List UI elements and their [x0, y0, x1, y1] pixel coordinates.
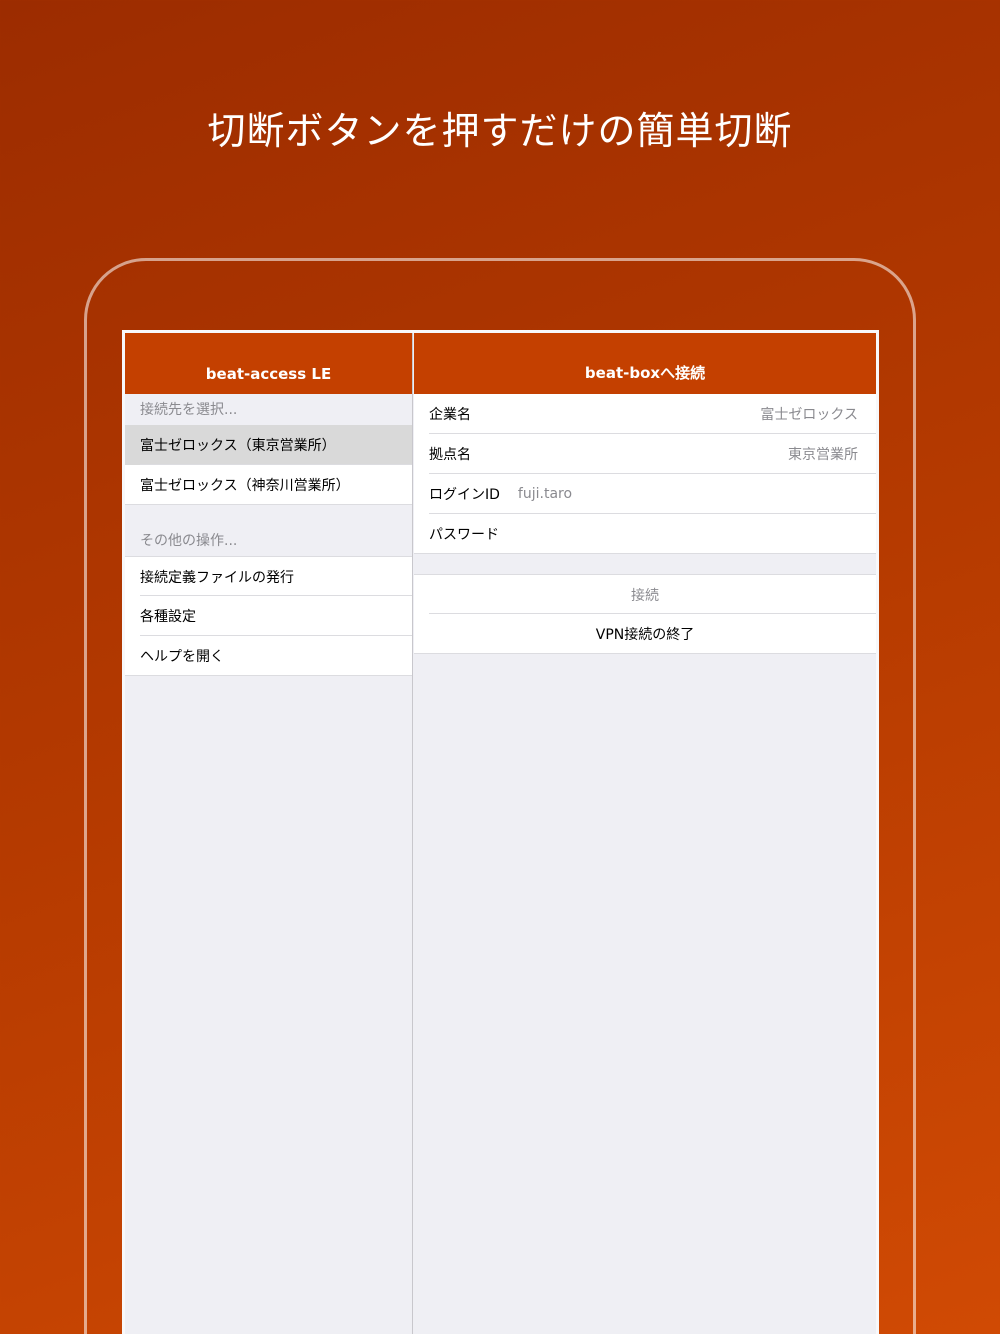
action-item-help[interactable]: ヘルプを開く — [125, 636, 412, 676]
master-navbar: beat-access LE — [125, 333, 412, 394]
headline: 切断ボタンを押すだけの簡単切断 — [207, 109, 793, 153]
login-id-value: fuji.taro — [517, 486, 573, 502]
master-pane: beat-access LE 接続先を選択... 富士ゼロックス（東京営業所） … — [125, 333, 413, 1334]
disconnect-label: VPN接続の終了 — [595, 627, 695, 643]
company-name-label: 企業名 — [429, 407, 471, 423]
password-label: パスワード — [429, 527, 499, 543]
detail-navbar: beat-boxへ接続 — [414, 333, 876, 394]
site-name-field[interactable]: 拠点名 東京営業所 — [414, 434, 876, 474]
action-label: 接続定義ファイルの発行 — [140, 569, 294, 586]
destination-label: 富士ゼロックス（東京営業所） — [140, 438, 336, 454]
destination-item-tokyo[interactable]: 富士ゼロックス（東京営業所） — [125, 425, 412, 465]
detail-pane: beat-boxへ接続 企業名 富士ゼロックス 拠点名 東京営業所 ログインID… — [414, 333, 876, 1334]
site-name-label: 拠点名 — [429, 447, 471, 463]
action-label: 各種設定 — [140, 609, 196, 625]
select-destination-header: 接続先を選択... — [140, 402, 238, 418]
login-id-field[interactable]: ログインID fuji.taro — [414, 474, 876, 514]
action-item-export-definition[interactable]: 接続定義ファイルの発行 — [125, 556, 412, 596]
action-item-settings[interactable]: 各種設定 — [125, 596, 412, 636]
company-name-value: 富士ゼロックス — [760, 407, 858, 423]
disconnect-vpn-button[interactable]: VPN接続の終了 — [414, 614, 876, 654]
destination-item-kanagawa[interactable]: 富士ゼロックス（神奈川営業所） — [125, 465, 412, 505]
company-name-field[interactable]: 企業名 富士ゼロックス — [414, 394, 876, 434]
site-name-value: 東京営業所 — [788, 447, 858, 463]
password-field[interactable]: パスワード — [414, 514, 876, 554]
destination-label: 富士ゼロックス（神奈川営業所） — [140, 478, 350, 494]
master-title: beat-access LE — [205, 365, 332, 383]
connect-button[interactable]: 接続 — [414, 574, 876, 614]
connect-label: 接続 — [631, 587, 659, 604]
login-id-label: ログインID — [429, 487, 500, 503]
action-label: ヘルプを開く — [140, 649, 224, 665]
app-screen: beat-access LE 接続先を選択... 富士ゼロックス（東京営業所） … — [122, 330, 879, 1334]
detail-title: beat-boxへ接続 — [584, 364, 706, 382]
other-actions-header: その他の操作... — [140, 533, 238, 549]
